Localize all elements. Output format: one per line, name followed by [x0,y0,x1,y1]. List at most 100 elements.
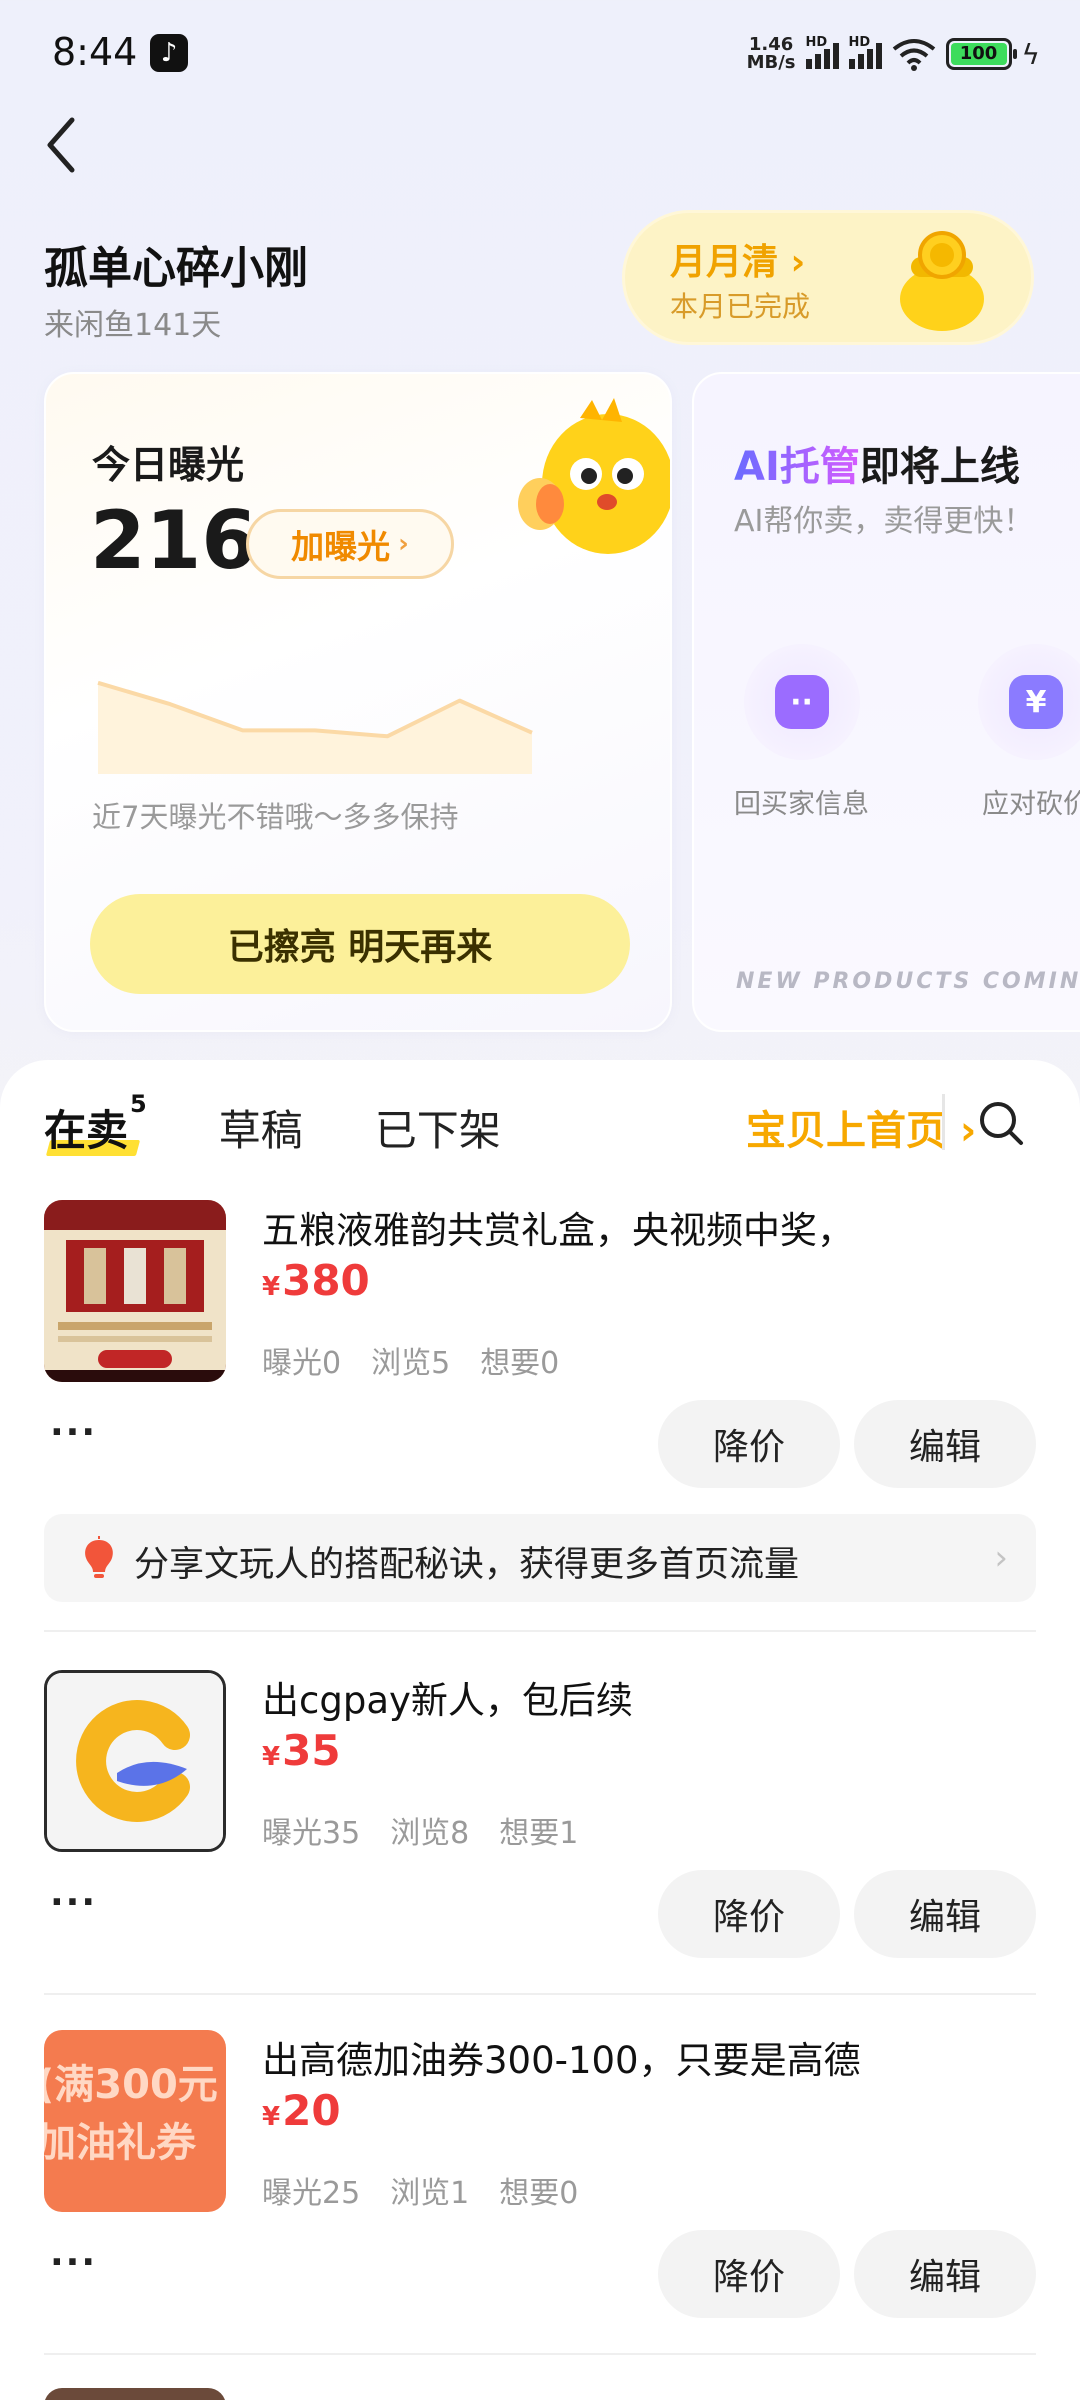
network-speed-unit: MB/s [746,52,796,73]
more-options-button[interactable]: ··· [50,1412,97,1453]
yuan-icon: ¥ [1009,675,1063,729]
ai-feature-reply: ·· 回买家信息 [734,644,869,821]
monthly-clear-card[interactable]: 月月清 › 本月已完成 [622,210,1034,345]
coupon-line-2: 加油礼券 [44,2120,196,2166]
item-want-count: 想要1 [499,1816,579,1851]
boost-exposure-label: 加曝光 [291,527,391,566]
user-membership-days: 来闲鱼141天 [44,308,222,343]
signal-icon: HD [805,35,839,69]
listing-tabs: 在卖5 草稿 已下架 [44,1088,573,1158]
list-item[interactable]: 五粮液雅韵共赏礼盒，央视频中奖， ¥380 曝光0 浏览5 想要0 ··· 降价 编… [44,1200,1036,1620]
list-item[interactable]: 出cgpay新人，包后续 ¥35 曝光35 浏览8 想要1 ··· 降价 编辑 [44,1670,1036,1970]
item-thumbnail: (满300元 加油礼券 [44,2030,226,2212]
item-price: ¥35 [262,1726,341,1775]
tab-on-sale-count: 5 [130,1090,147,1118]
bulb-icon [85,1536,113,1578]
item-title: 五粮液雅韵共赏礼盒，央视频中奖， [262,1209,854,1252]
signal-icon-2: HD [848,35,882,69]
ai-card-subtitle: AI帮你卖，卖得更快！ [734,504,1034,539]
exposure-trend-chart [97,680,533,774]
tab-delisted[interactable]: 已下架 [375,1097,501,1158]
polish-button[interactable]: 已擦亮 明天再来 [90,894,630,994]
coupon-line-1: (满300元 [44,2062,218,2108]
wifi-icon [892,39,935,71]
divider [44,1630,1036,1632]
charging-icon: ϟ [1021,37,1040,71]
ai-card-footer: NEW PRODUCTS COMING SOON [736,969,1080,994]
divider [44,2353,1036,2355]
tab-on-sale-label: 在卖 [44,1106,129,1155]
item-want-count: 想要0 [480,1346,560,1381]
ai-hosting-card[interactable]: AI托管即将上线 AI帮你卖，卖得更快！ ·· 回买家信息 ¥ 应对砍价 NEW… [692,372,1080,1032]
tab-drafts[interactable]: 草稿 [219,1097,303,1158]
chevron-right-icon: › [994,1538,1008,1578]
item-thumbnail-partial [44,2388,226,2400]
edit-button[interactable]: 编辑 [854,1400,1036,1488]
item-want-count: 想要0 [499,2176,579,2211]
tab-drafts-label: 草稿 [218,1106,303,1155]
exposure-value: 216 [90,494,257,587]
ai-feature-label: 回买家信息 [734,789,869,820]
item-price-value: 20 [282,2086,341,2135]
item-thumbnail [44,1670,226,1852]
signal-hd-label: HD [805,35,828,50]
reduce-price-button[interactable]: 降价 [658,1870,840,1958]
coin-bag-icon [900,231,984,331]
currency-symbol: ¥ [262,1272,281,1302]
back-button[interactable] [40,110,84,180]
tip-text: 分享文玩人的搭配秘诀，获得更多首页流量 [134,1545,800,1585]
user-name: 孤单心碎小刚 [44,243,308,294]
tab-on-sale[interactable]: 在卖5 [44,1090,147,1158]
reduce-price-button[interactable]: 降价 [658,2230,840,2318]
item-exposure-count: 曝光35 [262,1816,361,1851]
tab-delisted-label: 已下架 [374,1106,501,1155]
item-price: ¥20 [262,2086,341,2135]
item-exposure-count: 曝光25 [262,2176,361,2211]
tip-banner[interactable]: 分享文玩人的搭配秘诀，获得更多首页流量 › [44,1514,1036,1602]
ai-feature-bargain: ¥ 应对砍价 [978,644,1080,821]
item-stats: 曝光25 浏览1 想要0 [262,2168,608,2212]
search-icon[interactable] [978,1100,1024,1146]
item-stats: 曝光0 浏览5 想要0 [262,1338,589,1382]
ai-feature-bubble: ·· [743,644,860,760]
more-options-button[interactable]: ··· [50,1882,97,1923]
currency-symbol: ¥ [262,1742,281,1772]
divider [44,1993,1036,1995]
ai-card-title: AI托管即将上线 [734,434,1020,492]
ai-feature-bubble: ¥ [978,644,1080,760]
item-view-count: 浏览5 [371,1346,451,1381]
cgpay-logo-image [47,1673,223,1849]
edit-button[interactable]: 编辑 [854,2230,1036,2318]
item-thumbnail [44,1200,226,1382]
monthly-clear-title: 月月清 › [670,242,806,283]
chat-icon: ·· [774,675,829,729]
signal-hd-label-2: HD [848,35,871,50]
exposure-title: 今日曝光 [92,443,245,487]
more-options-button[interactable]: ··· [50,2242,97,2283]
battery-icon: 100 [945,38,1017,70]
item-price: ¥380 [262,1256,370,1305]
status-bar: 8:44 ♪ 1.46 MB/s HD HD 100 ϟ [0,0,1080,110]
item-title: 出cgpay新人，包后续 [262,1679,633,1722]
item-price-value: 35 [282,1726,341,1775]
status-indicators: 1.46 MB/s HD HD 100 ϟ [747,34,1040,74]
monthly-clear-status: 本月已完成 [670,290,811,323]
item-title: 出高德加油券300-100，只要是高德 [262,2039,861,2082]
mascot-chick-icon [518,398,670,554]
item-price-value: 380 [282,1256,370,1305]
divider [942,1094,945,1150]
boost-exposure-button[interactable]: 加曝光 › [246,509,454,579]
ai-feature-label: 应对砍价 [982,789,1080,820]
item-exposure-count: 曝光0 [262,1346,342,1381]
edit-button[interactable]: 编辑 [854,1870,1036,1958]
wine-giftbox-image [44,1200,226,1382]
exposure-card: 今日曝光 216 加曝光 › 近7天曝光不错哦～多多保持 已擦亮 明天再来 [44,372,672,1032]
item-view-count: 浏览8 [390,1816,470,1851]
exposure-hint: 近7天曝光不错哦～多多保持 [92,800,459,834]
ai-card-title-highlight: AI托管 [734,444,860,490]
item-stats: 曝光35 浏览8 想要1 [262,1808,608,1852]
network-speed: 1.46 MB/s [747,36,796,72]
listing-panel: 在卖5 草稿 已下架 宝贝上首页 › 五粮液雅韵共赏礼盒，央视频中奖， ¥380… [0,1060,1080,2400]
list-item[interactable]: (满300元 加油礼券 出高德加油券300-100，只要是高德 ¥20 曝光25… [44,2030,1036,2330]
reduce-price-button[interactable]: 降价 [658,1400,840,1488]
